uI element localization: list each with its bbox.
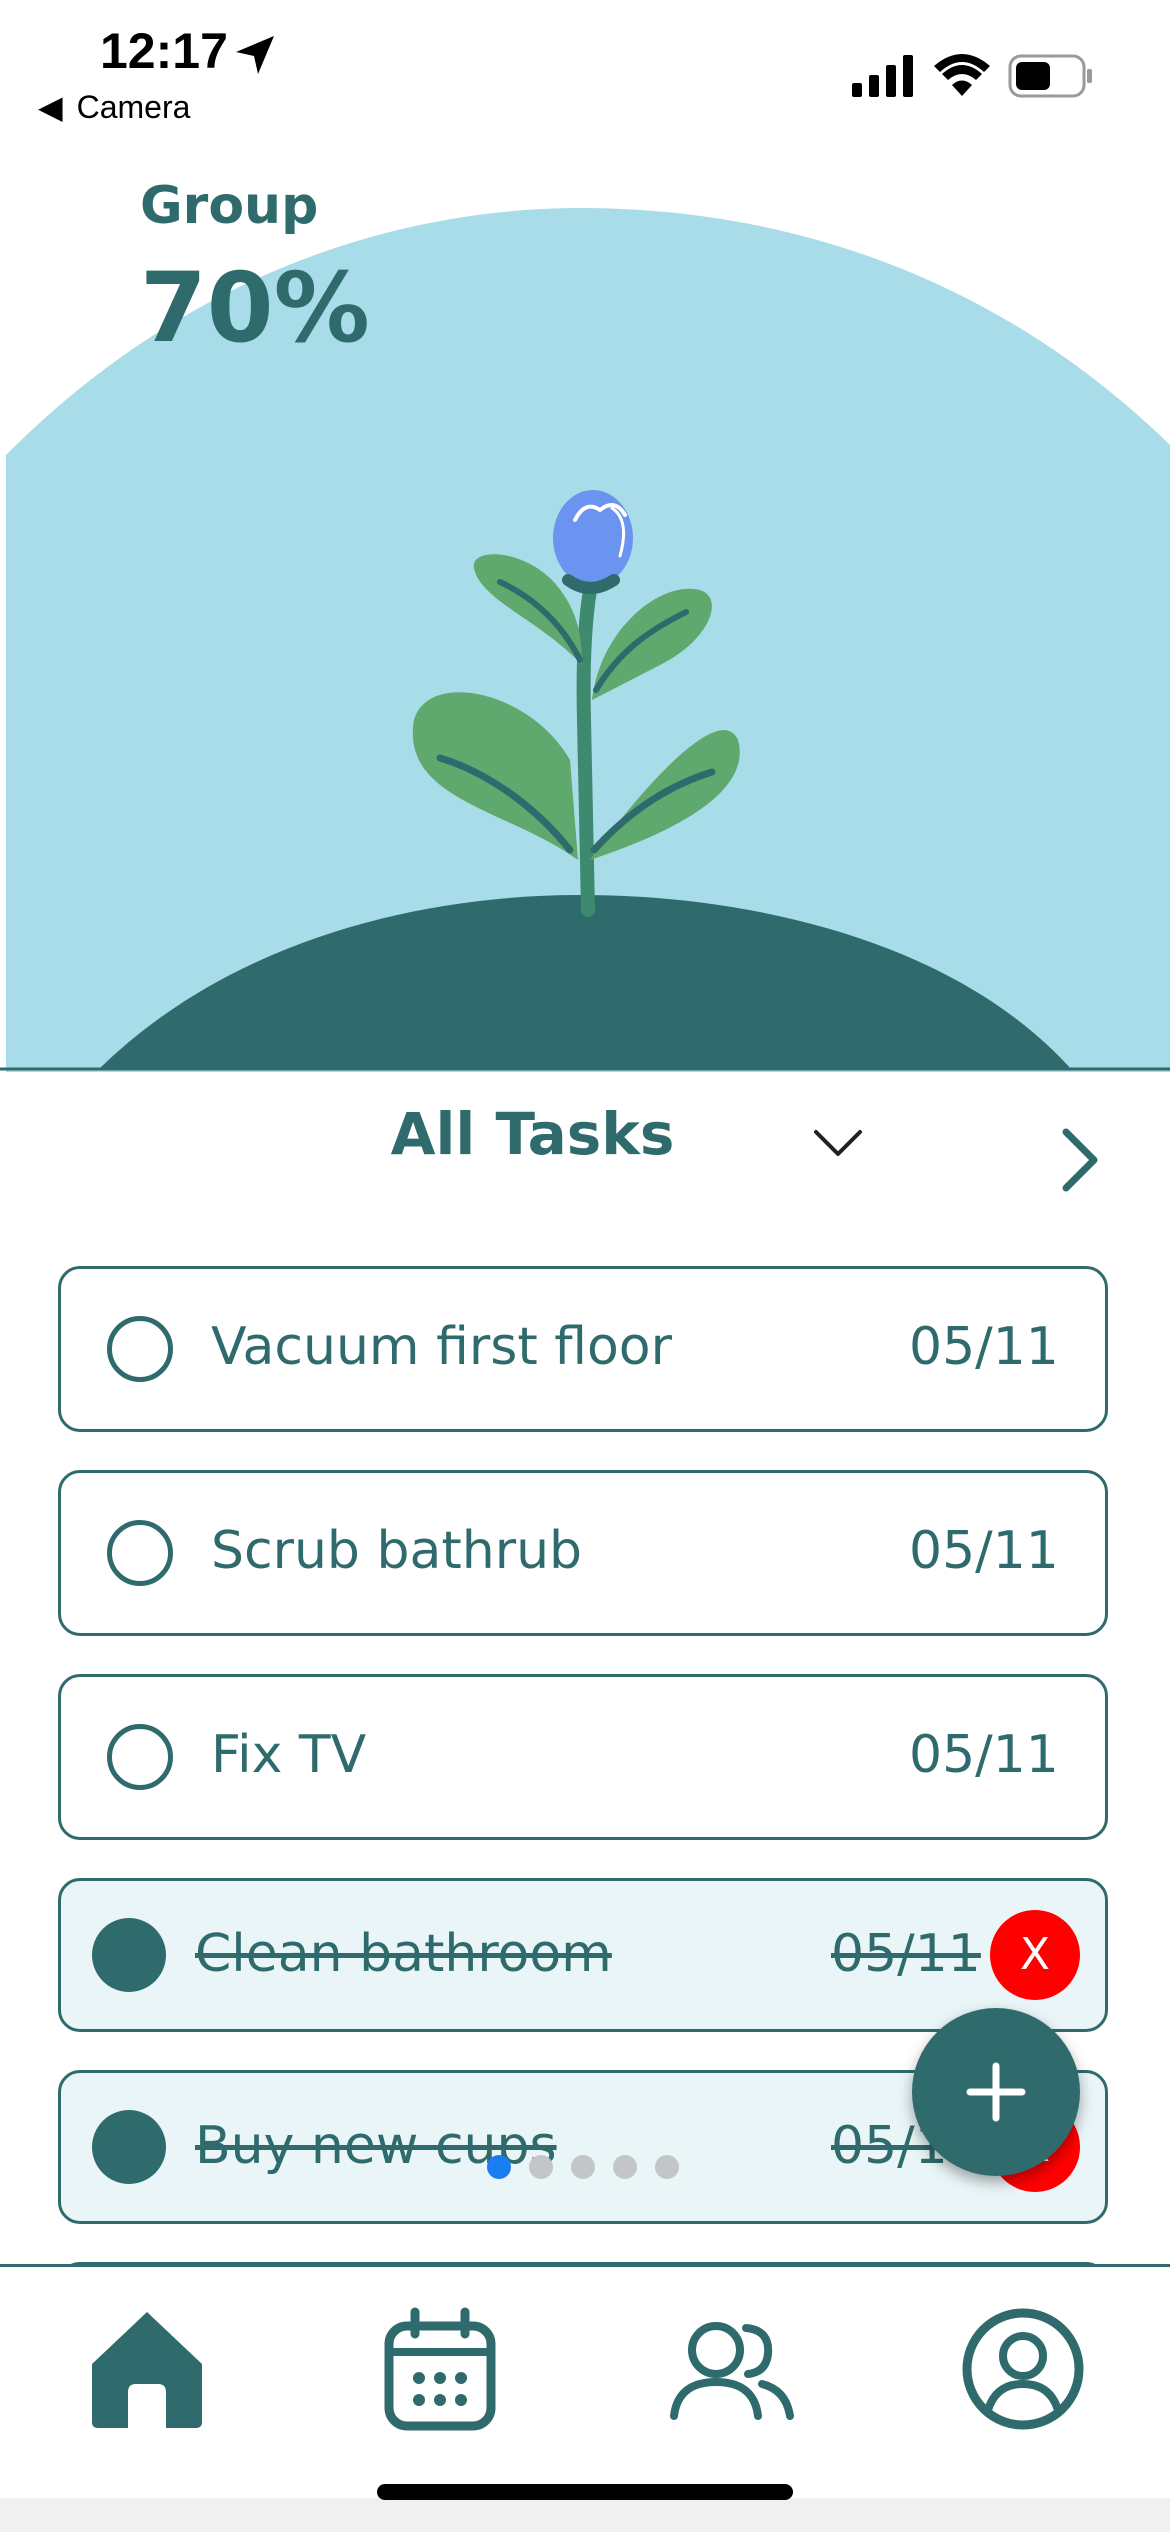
page-dot[interactable]	[529, 2155, 553, 2179]
hero-illustration: Group 70%	[0, 0, 1170, 1072]
nav-profile[interactable]	[958, 2304, 1088, 2434]
task-item-completed[interactable]: Clean bathroom 05/11 X	[58, 1878, 1108, 2032]
group-label: Group	[140, 176, 319, 236]
nav-calendar[interactable]	[375, 2304, 505, 2434]
task-due-date: 05/11	[909, 1317, 1059, 1377]
task-name: Scrub bathrub	[211, 1521, 583, 1581]
task-item[interactable]: Vacuum first floor 05/11	[58, 1266, 1108, 1432]
add-task-button[interactable]	[912, 2008, 1080, 2176]
task-checkbox-checked[interactable]	[92, 2110, 166, 2184]
profile-icon	[962, 2308, 1084, 2430]
page-dot-active[interactable]	[487, 2155, 511, 2179]
task-checkbox-checked[interactable]	[92, 1918, 166, 1992]
pagination-dots	[487, 2155, 687, 2185]
task-due-date: 05/11	[909, 1725, 1059, 1785]
back-label: Camera	[76, 89, 191, 125]
task-checkbox[interactable]	[107, 1520, 173, 1586]
task-name: Fix TV	[211, 1725, 367, 1785]
task-due-date: 05/11	[909, 1521, 1059, 1581]
page-dot[interactable]	[571, 2155, 595, 2179]
plus-icon	[966, 2062, 1026, 2122]
task-item[interactable]: Fix TV 05/11	[58, 1674, 1108, 1840]
back-triangle-icon: ◀	[38, 89, 63, 125]
cellular-signal-icon	[852, 55, 913, 97]
task-name: Vacuum first floor	[211, 1317, 672, 1377]
plant-flower-icon	[0, 208, 1170, 1072]
nav-group[interactable]	[666, 2304, 796, 2434]
home-indicator[interactable]	[377, 2484, 793, 2500]
page-dot[interactable]	[613, 2155, 637, 2179]
task-due-date: 05/11	[831, 1924, 981, 1984]
battery-icon	[1008, 54, 1092, 98]
task-checkbox[interactable]	[107, 1316, 173, 1382]
task-item[interactable]: Scrub bathrub 05/11	[58, 1470, 1108, 1636]
chevron-right-icon[interactable]	[1052, 1124, 1108, 1196]
status-bar: 12:17 ◀ Camera	[0, 0, 1170, 140]
home-icon	[92, 2312, 202, 2428]
delete-task-button[interactable]: X	[990, 1910, 1080, 2000]
page-dot[interactable]	[655, 2155, 679, 2179]
group-progress-percent: 70%	[140, 252, 370, 364]
users-icon	[670, 2322, 794, 2420]
chevron-down-icon[interactable]	[810, 1124, 866, 1164]
task-checkbox[interactable]	[107, 1724, 173, 1790]
task-name: Clean bathroom	[195, 1924, 612, 1984]
task-filter-title: All Tasks	[390, 1100, 675, 1168]
home-indicator-area	[0, 2498, 1170, 2532]
wifi-icon	[934, 54, 990, 96]
nav-home[interactable]	[82, 2304, 212, 2434]
location-arrow-icon	[236, 36, 274, 74]
back-to-camera-link[interactable]: ◀ Camera	[38, 88, 190, 126]
status-time: 12:17	[100, 23, 228, 79]
calendar-icon	[384, 2307, 496, 2431]
